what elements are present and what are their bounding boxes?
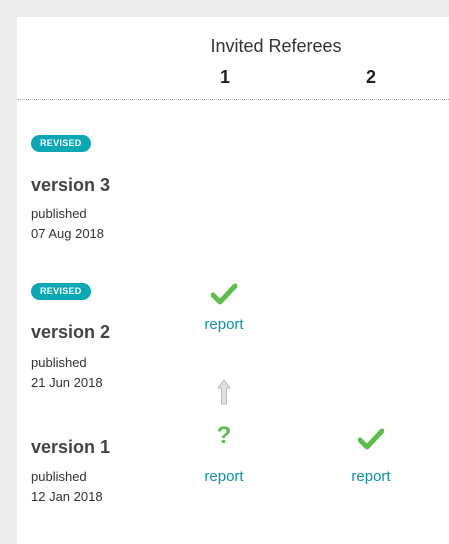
referee-2-number: 2: [365, 67, 376, 87]
version-1-date: 12 Jan 2018: [31, 489, 103, 504]
version-2-date: 21 Jun 2018: [31, 375, 103, 390]
check-icon: [358, 428, 384, 450]
revised-badge-v2: REVISED: [31, 283, 91, 300]
check-icon: [211, 283, 237, 305]
version-1-referee-1-report-link[interactable]: report: [194, 468, 254, 485]
arrow-up-icon: [217, 379, 231, 405]
revised-badge-v3: REVISED: [31, 135, 91, 152]
version-2-title[interactable]: version 2: [31, 322, 110, 343]
version-3-published-label: published: [31, 206, 87, 221]
version-3-date: 07 Aug 2018: [31, 226, 105, 241]
invited-referees-heading: Invited Referees: [210, 36, 342, 56]
question-icon: ?: [216, 422, 232, 449]
version-3-title[interactable]: version 3: [31, 175, 110, 196]
header-divider: [17, 99, 449, 100]
version-2-published-label: published: [31, 355, 87, 370]
referee-status-panel: Invited Referees 1 2 REVISED version 3 p…: [17, 17, 449, 544]
version-1-referee-2-report-link[interactable]: report: [341, 468, 401, 485]
version-1-title[interactable]: version 1: [31, 437, 110, 458]
version-1-published-label: published: [31, 469, 87, 484]
version-2-referee-1-report-link[interactable]: report: [194, 316, 254, 333]
referee-1-number: 1: [219, 67, 230, 87]
